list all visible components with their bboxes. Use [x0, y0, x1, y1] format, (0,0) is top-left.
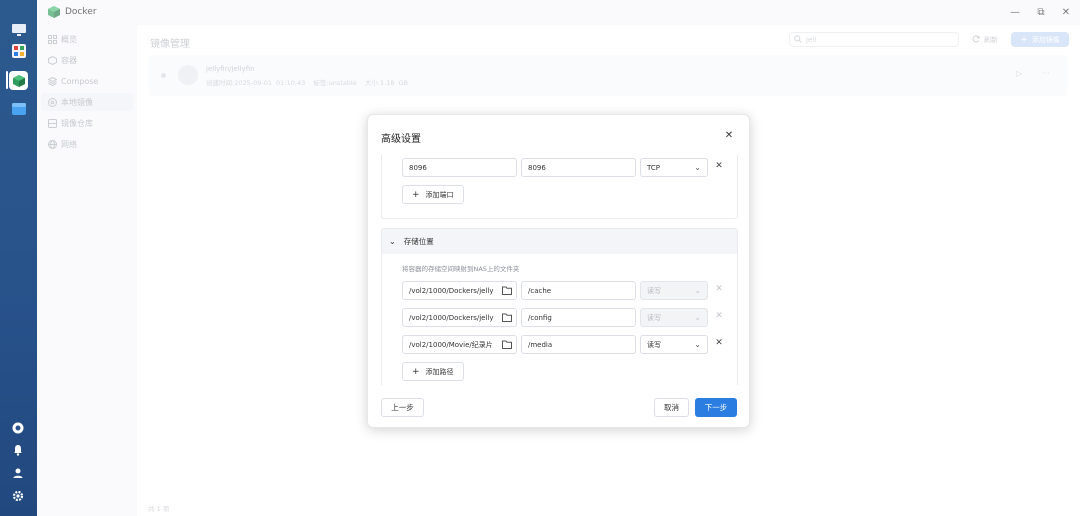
remove-path-icon[interactable]: ✕ — [714, 338, 724, 348]
mode-value: 读写 — [647, 340, 661, 349]
container-port-input[interactable]: 8096 — [521, 158, 636, 177]
folder-icon[interactable] — [502, 286, 512, 295]
user-icon[interactable] — [10, 465, 26, 481]
remove-path-icon[interactable]: ✕ — [714, 311, 724, 321]
storage-section-header[interactable]: ⌄ 存储位置 — [382, 229, 737, 254]
host-path-input[interactable]: /vol2/1000/Dockers/jelly — [402, 308, 517, 327]
mode-select[interactable]: 读写 ⌄ — [640, 281, 708, 300]
cancel-button[interactable]: 取消 — [654, 398, 689, 417]
storage-section-title: 存储位置 — [403, 237, 434, 246]
system-dock — [0, 0, 37, 516]
bell-icon[interactable] — [10, 442, 26, 458]
file-manager-dock-icon[interactable] — [9, 99, 28, 118]
folder-icon[interactable] — [502, 340, 512, 349]
remove-port-icon[interactable]: ✕ — [714, 161, 724, 171]
settings-gear-icon[interactable] — [10, 488, 26, 504]
next-step-button[interactable]: 下一步 — [695, 398, 737, 417]
host-path-value: /vol2/1000/Movie/纪录片 — [409, 340, 493, 349]
dialog-close-icon[interactable]: ✕ — [723, 129, 735, 141]
host-path-input[interactable]: /vol2/1000/Movie/纪录片 — [402, 335, 517, 354]
mode-value: 读写 — [647, 313, 661, 322]
add-port-label: 添加端口 — [425, 190, 454, 199]
plus-icon: + — [412, 366, 420, 377]
add-path-label: 添加路径 — [425, 367, 454, 376]
add-path-button[interactable]: + 添加路径 — [402, 362, 464, 381]
protocol-value: TCP — [647, 163, 660, 172]
desktop-icon[interactable] — [9, 20, 28, 39]
remove-path-icon[interactable]: ✕ — [714, 284, 724, 294]
chevron-down-icon: ⌄ — [389, 237, 396, 246]
dialog-title: 高级设置 — [381, 134, 421, 145]
container-path-input[interactable]: /cache — [521, 281, 636, 300]
storage-section: ⌄ 存储位置 将容器的存储空间映射到NAS上的文件夹 /vol2/1000/Do… — [381, 228, 738, 385]
dock-active-indicator — [6, 71, 8, 89]
prev-step-button[interactable]: 上一步 — [381, 398, 424, 417]
chevron-down-icon: ⌄ — [694, 163, 701, 172]
host-port-input[interactable]: 8096 — [402, 158, 517, 177]
add-port-button[interactable]: + 添加端口 — [402, 185, 464, 204]
host-path-input[interactable]: /vol2/1000/Dockers/jelly — [402, 281, 517, 300]
mode-select[interactable]: 读写 ⌄ — [640, 308, 708, 327]
mode-select[interactable]: 读写 ⌄ — [640, 335, 708, 354]
chevron-down-icon: ⌄ — [694, 313, 701, 322]
port-section: 8096 8096 TCP ⌄ ✕ + 添加端口 — [381, 155, 738, 219]
folder-icon[interactable] — [502, 313, 512, 322]
mode-value: 读写 — [647, 286, 661, 295]
security-icon[interactable] — [10, 420, 26, 436]
chevron-down-icon: ⌄ — [694, 286, 701, 295]
container-path-input[interactable]: /config — [521, 308, 636, 327]
chevron-down-icon: ⌄ — [694, 340, 701, 349]
protocol-select[interactable]: TCP ⌄ — [640, 158, 708, 177]
plus-icon: + — [412, 189, 420, 200]
host-path-value: /vol2/1000/Dockers/jelly — [409, 313, 494, 322]
advanced-settings-dialog: 高级设置 ✕ 8096 8096 TCP ⌄ ✕ + 添加端口 ⌄ 存储位置 将… — [367, 114, 750, 428]
container-path-input[interactable]: /media — [521, 335, 636, 354]
host-path-value: /vol2/1000/Dockers/jelly — [409, 286, 494, 295]
docker-dock-icon[interactable] — [9, 71, 28, 90]
dialog-body: 8096 8096 TCP ⌄ ✕ + 添加端口 ⌄ 存储位置 将容器的存储空间… — [368, 155, 751, 385]
app-center-icon[interactable] — [9, 41, 28, 60]
storage-description: 将容器的存储空间映射到NAS上的文件夹 — [402, 265, 520, 273]
